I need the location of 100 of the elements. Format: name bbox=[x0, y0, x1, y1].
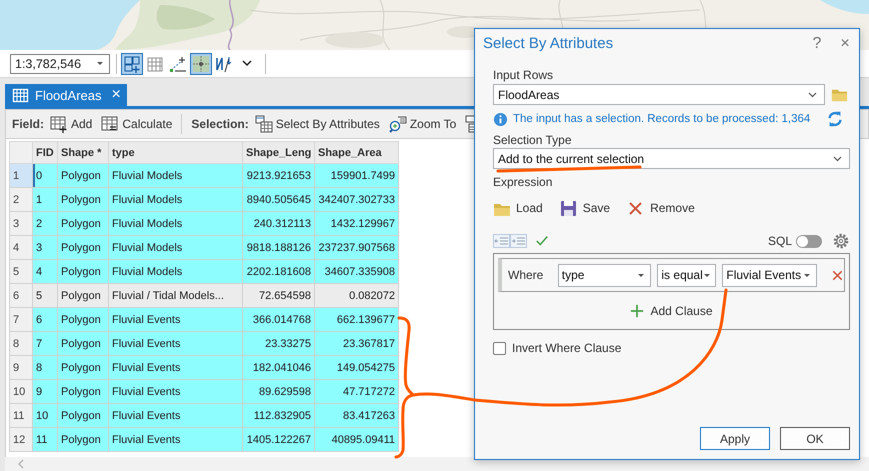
selection-type-dropdown[interactable]: Add to the current selection bbox=[493, 148, 850, 169]
save-icon bbox=[560, 200, 577, 216]
table-cell: Polygon bbox=[58, 428, 108, 452]
toolbar-button[interactable]: Load bbox=[493, 200, 543, 216]
add-field-icon bbox=[50, 115, 68, 133]
table-cell: 40895.09411 bbox=[314, 428, 398, 452]
table-row[interactable]: 8 7 Polygon Fluvial Events 23.33275 23.367817 bbox=[10, 332, 398, 356]
row-number: 9 bbox=[10, 356, 32, 380]
input-rows-dropdown[interactable]: FloodAreas bbox=[493, 84, 825, 105]
dialog-button[interactable]: OK bbox=[780, 427, 850, 450]
table-row[interactable]: 12 11 Polygon Fluvial Events 1405.122267 40895.09411 bbox=[10, 428, 398, 452]
table-select-icon bbox=[254, 115, 273, 133]
row-number: 2 bbox=[10, 188, 32, 212]
field-label: Expression bbox=[493, 175, 554, 190]
toolbar-button[interactable]: Remove bbox=[627, 200, 695, 216]
verify-button[interactable] bbox=[535, 234, 549, 248]
table-row[interactable]: 4 3 Polygon Fluvial Models 9818.188126 237237.907568 bbox=[10, 236, 398, 260]
add-clause-button[interactable]: Add Clause bbox=[630, 304, 713, 318]
caret-icon bbox=[96, 61, 104, 66]
sql-label: SQL bbox=[768, 234, 792, 248]
table-row[interactable]: 10 9 Polygon Fluvial Events 89.629598 47.717272 bbox=[10, 380, 398, 404]
field-label: Selection Type bbox=[493, 133, 572, 148]
toolbar-label: Selection: bbox=[191, 117, 249, 131]
table-row[interactable]: 5 4 Polygon Fluvial Models 2202.181608 34607.335908 bbox=[10, 260, 398, 284]
settings-icon bbox=[832, 232, 850, 250]
table-row[interactable]: 3 2 Polygon Fluvial Models 240.312113 1432.129967 bbox=[10, 212, 398, 236]
field-dropdown[interactable]: type bbox=[558, 264, 652, 286]
toolbar-button[interactable]: Save bbox=[560, 200, 610, 216]
calculate-icon bbox=[101, 115, 120, 133]
table-cell: 1405.122267 bbox=[242, 428, 314, 452]
snapping-icon bbox=[169, 54, 187, 72]
crosshair-icon bbox=[192, 54, 210, 72]
table-row[interactable]: 7 6 Polygon Fluvial Events 366.014768 662.139677 bbox=[10, 308, 398, 332]
remove-clause-icon[interactable] bbox=[831, 268, 844, 282]
toolbar-button[interactable]: Select By Attributes bbox=[254, 115, 380, 133]
chevron-down-icon bbox=[242, 60, 252, 67]
row-number: 4 bbox=[10, 236, 32, 260]
dialog-button[interactable]: Apply bbox=[700, 427, 770, 450]
outdent-icon bbox=[493, 234, 510, 248]
table-row[interactable]: 6 5 Polygon Fluvial / Tidal Models... 72.654598 0.082072 bbox=[10, 284, 398, 308]
scale-dropdown[interactable]: 1:3,782,546 bbox=[10, 54, 110, 74]
remove-icon bbox=[627, 200, 644, 216]
indent-icon bbox=[510, 234, 527, 248]
row-number: 3 bbox=[10, 212, 32, 236]
row-number: 11 bbox=[10, 404, 32, 428]
tool-button[interactable] bbox=[121, 52, 143, 74]
check-icon bbox=[535, 234, 549, 248]
settings-button[interactable] bbox=[832, 232, 850, 250]
toolbar-button[interactable]: Add bbox=[50, 115, 92, 133]
caret-icon bbox=[702, 273, 710, 277]
field-label: Input Rows bbox=[493, 68, 554, 83]
column-header[interactable]: Shape_Area bbox=[314, 142, 398, 164]
row-number: 12 bbox=[10, 428, 32, 452]
scroll-left-icon bbox=[17, 459, 25, 469]
checkbox-label: Invert Where Clause bbox=[512, 341, 622, 355]
row-number: 8 bbox=[10, 332, 32, 356]
chevron-down-icon bbox=[833, 156, 842, 162]
caret-icon bbox=[637, 273, 644, 277]
dialog-title: Select By Attributes bbox=[483, 35, 614, 52]
table-tab[interactable]: FloodAreas × bbox=[5, 84, 127, 106]
table-cell: 0 bbox=[32, 164, 58, 188]
toolbar-button[interactable]: Zoom To bbox=[388, 115, 456, 133]
column-header[interactable]: Shape_Leng bbox=[242, 142, 314, 164]
refresh-button[interactable] bbox=[826, 110, 844, 128]
value-dropdown[interactable]: Fluvial Events bbox=[722, 264, 817, 286]
row-number: 7 bbox=[10, 308, 32, 332]
table-row[interactable]: 9 8 Polygon Fluvial Events 182.041046 149.054275 bbox=[10, 356, 398, 380]
column-header[interactable]: type bbox=[108, 142, 242, 164]
tool-button[interactable] bbox=[190, 52, 212, 74]
table-cell: 11 bbox=[32, 428, 58, 452]
toolbar-label: Field: bbox=[12, 117, 44, 131]
zoom-to-icon bbox=[388, 115, 407, 133]
info-message: The input has a selection. Records to be processed: 1,364 bbox=[513, 113, 810, 125]
indent-button[interactable] bbox=[493, 234, 510, 248]
row-number: 1 bbox=[10, 164, 32, 188]
table-row[interactable]: 1 0 Polygon Fluvial Models 9213.921653 159901.7499 bbox=[10, 164, 398, 188]
row-number: 6 bbox=[10, 284, 32, 308]
grid-icon bbox=[146, 54, 164, 72]
caret-icon bbox=[803, 273, 810, 277]
table-row[interactable]: 2 1 Polygon Fluvial Models 8940.505645 342407.302733 bbox=[10, 188, 398, 212]
toolbar-button[interactable]: Calculate bbox=[101, 115, 172, 133]
checkbox[interactable] bbox=[493, 342, 506, 354]
operator-dropdown[interactable]: is equal bbox=[657, 264, 716, 286]
row-number: 10 bbox=[10, 380, 32, 404]
sql-toggle[interactable] bbox=[796, 234, 822, 248]
close-button[interactable]: × bbox=[831, 34, 859, 52]
clause-keyword: Where bbox=[508, 268, 544, 282]
column-header[interactable]: Shape * bbox=[58, 142, 108, 164]
help-button[interactable]: ? bbox=[803, 34, 831, 52]
close-tab-button[interactable]: × bbox=[111, 87, 121, 103]
chevron-down-icon bbox=[808, 92, 817, 98]
info-icon bbox=[493, 112, 508, 126]
indent-button[interactable] bbox=[510, 234, 527, 248]
column-header[interactable]: FID bbox=[32, 142, 58, 164]
row-number: 5 bbox=[10, 260, 32, 284]
table-icon bbox=[12, 86, 29, 104]
add-grid-icon bbox=[123, 54, 141, 72]
table-cell: Fluvial Events bbox=[108, 428, 242, 452]
table-row[interactable]: 11 10 Polygon Fluvial Events 112.832905 83.417263 bbox=[10, 404, 398, 428]
plus-icon bbox=[630, 304, 644, 318]
